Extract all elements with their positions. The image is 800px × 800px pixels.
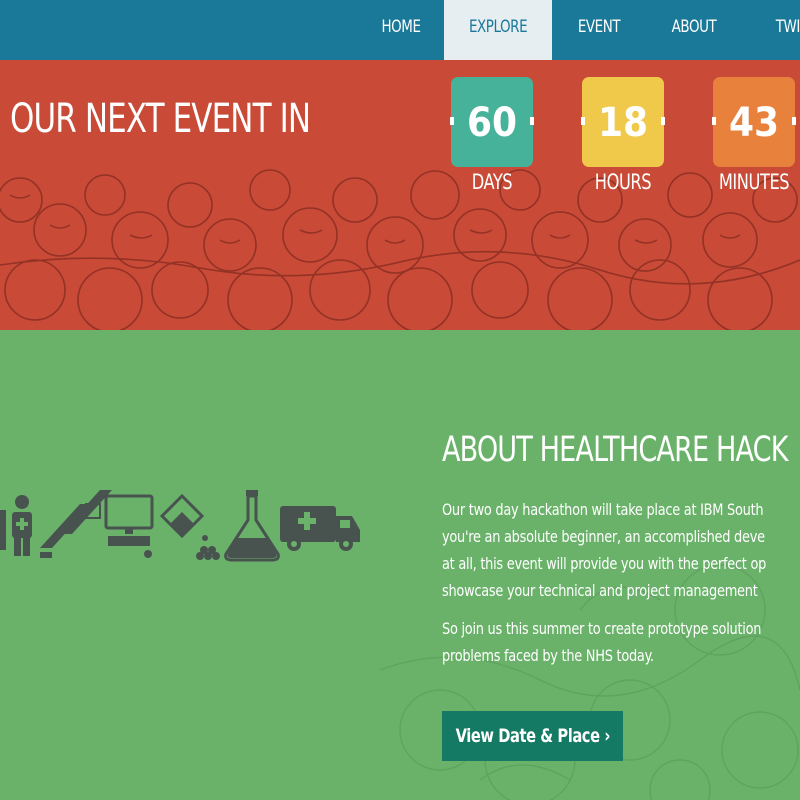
computer-icon: [104, 494, 154, 558]
view-date-place-button[interactable]: View Date & Place ›: [442, 711, 623, 761]
about-line: So join us this summer to create prototy…: [442, 619, 762, 638]
view-date-place-label: View Date & Place ›: [455, 725, 610, 747]
about-line: showcase your technical and project mana…: [442, 581, 758, 600]
nav-explore[interactable]: EXPLORE: [444, 0, 552, 60]
ambulance-icon: [280, 506, 360, 551]
about-line: Our two day hackathon will take place at…: [442, 500, 764, 519]
dna-helix-icon: [40, 490, 112, 558]
countdown-minutes-box: 43: [712, 77, 796, 167]
nav-event[interactable]: EVENT: [565, 0, 634, 60]
countdown-days-label: DAYS: [471, 170, 513, 194]
about-line: you're an absolute beginner, an accompli…: [442, 527, 765, 546]
nav-twitter[interactable]: TWITTER: [760, 0, 800, 60]
crowd-illustration: [0, 169, 800, 330]
top-nav: HOME EXPLORE EVENT ABOUT TWITTER: [0, 0, 800, 60]
countdown-hours-box: 18: [581, 77, 665, 167]
about-paragraph-join: So join us this summer to create prototy…: [442, 615, 800, 669]
pouring-beaker-icon: [159, 493, 220, 560]
about-line: problems faced by the NHS today.: [442, 646, 654, 665]
countdown-days-box: 60: [450, 77, 534, 167]
countdown-hours-label: HOURS: [594, 170, 652, 194]
next-event-heading: OUR NEXT EVENT IN: [10, 96, 311, 142]
nav-about[interactable]: ABOUT: [657, 0, 731, 60]
person-medical-icon: [0, 495, 32, 556]
about-paragraph-intro: Our two day hackathon will take place at…: [442, 496, 800, 604]
about-line: at all, this event will provide you with…: [442, 554, 767, 573]
nav-home[interactable]: HOME: [365, 0, 437, 60]
flask-icon: [224, 490, 280, 562]
healthcare-icons: [0, 490, 360, 562]
nav-explore-label: EXPLORE: [468, 17, 528, 37]
countdown-minutes-label: MINUTES: [718, 170, 790, 194]
about-section: ABOUT HEALTHCARE HACK Our two day hackat…: [0, 330, 800, 800]
countdown-hero: OUR NEXT EVENT IN 60 DAYS 18 HOURS 43 MI…: [0, 60, 800, 330]
about-heading: ABOUT HEALTHCARE HACK: [442, 430, 788, 470]
